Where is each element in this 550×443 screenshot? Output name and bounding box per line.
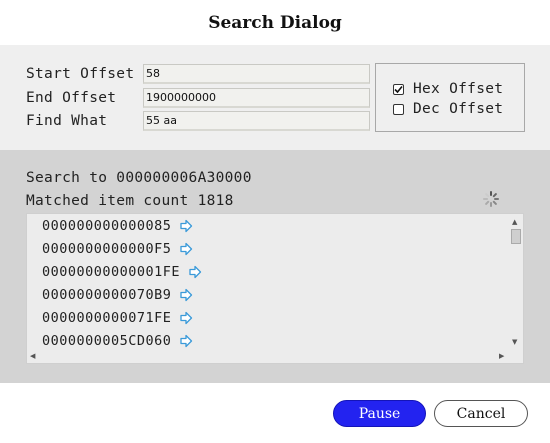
arrow-right-icon[interactable] bbox=[188, 265, 202, 279]
start-offset-label: Start Offset bbox=[26, 66, 135, 82]
cancel-button[interactable]: Cancel bbox=[434, 400, 528, 427]
scroll-down-icon[interactable]: ▼ bbox=[512, 337, 517, 347]
result-row[interactable]: 000000000000085 bbox=[42, 215, 193, 237]
end-offset-label: End Offset bbox=[26, 90, 117, 106]
result-offset: 0000000000070B9 bbox=[42, 287, 172, 303]
checkmark-icon bbox=[394, 85, 403, 93]
dec-offset-label: Dec Offset bbox=[413, 101, 504, 117]
result-row[interactable]: 0000000000070B9 bbox=[42, 284, 193, 306]
dec-offset-checkbox[interactable] bbox=[393, 103, 404, 115]
loading-spinner-icon bbox=[483, 191, 499, 207]
arrow-right-icon[interactable] bbox=[179, 334, 193, 348]
offset-format-group: Hex Offset Dec Offset bbox=[375, 63, 525, 132]
horizontal-scrollbar[interactable]: ◀ ▶ bbox=[27, 349, 511, 363]
find-what-field[interactable] bbox=[143, 111, 370, 131]
scroll-up-icon[interactable]: ▲ bbox=[512, 217, 517, 227]
end-offset-field[interactable] bbox=[143, 88, 370, 108]
result-row[interactable]: 0000000000000F5 bbox=[42, 238, 193, 260]
scroll-left-icon[interactable]: ◀ bbox=[30, 351, 35, 361]
arrow-right-icon[interactable] bbox=[179, 288, 193, 302]
result-offset: 00000000000001FE bbox=[42, 264, 181, 280]
result-row[interactable]: 00000000000001FE bbox=[42, 261, 202, 283]
result-offset: 0000000005CD060 bbox=[42, 333, 172, 349]
start-offset-field[interactable] bbox=[143, 64, 370, 84]
arrow-right-icon[interactable] bbox=[179, 242, 193, 256]
vertical-scrollbar[interactable]: ▲ ▼ bbox=[509, 214, 523, 349]
hex-offset-label: Hex Offset bbox=[413, 81, 504, 97]
search-results-list[interactable]: 000000000000085 0000000000000F5 0000000000… bbox=[26, 213, 524, 364]
matched-count-status: Matched item count 1818 bbox=[26, 193, 234, 209]
pause-button[interactable]: Pause bbox=[333, 400, 426, 427]
hex-offset-checkbox[interactable] bbox=[393, 83, 404, 95]
find-what-label: Find What bbox=[26, 113, 108, 129]
result-offset: 000000000000085 bbox=[42, 218, 172, 234]
result-offset: 0000000000071FE bbox=[42, 310, 172, 326]
result-offset: 0000000000000F5 bbox=[42, 241, 172, 257]
dec-offset-option[interactable]: Dec Offset bbox=[393, 101, 503, 117]
arrow-right-icon[interactable] bbox=[179, 311, 193, 325]
search-to-status: Search to 000000006A30000 bbox=[26, 170, 252, 186]
result-row[interactable]: 0000000000071FE bbox=[42, 307, 193, 329]
hex-offset-option[interactable]: Hex Offset bbox=[393, 81, 503, 97]
dialog-title: Search Dialog bbox=[208, 12, 342, 33]
scrollbar-thumb[interactable] bbox=[511, 229, 521, 244]
scroll-right-icon[interactable]: ▶ bbox=[499, 351, 504, 361]
arrow-right-icon[interactable] bbox=[179, 219, 193, 233]
